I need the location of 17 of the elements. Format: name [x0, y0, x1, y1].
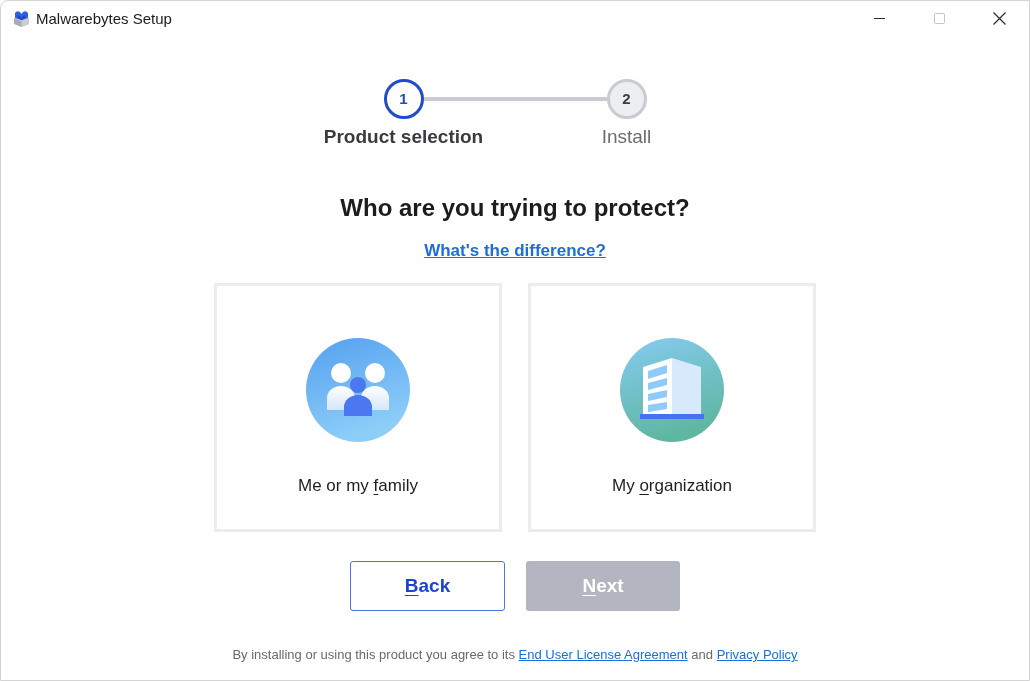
back-button[interactable]: Back — [350, 561, 505, 611]
difference-link[interactable]: What's the difference? — [424, 240, 606, 262]
option-card[interactable]: My organization — [528, 283, 816, 532]
footer-link[interactable]: End User License Agreement — [518, 647, 688, 662]
step-label: Install — [600, 125, 653, 149]
minimize-icon — [873, 18, 885, 19]
window-title: Malwarebytes Setup — [36, 9, 172, 28]
step-label: Product selection — [322, 125, 485, 149]
building-icon — [620, 338, 724, 442]
maximize-icon — [933, 13, 945, 24]
page-heading: Who are you trying to protect? — [340, 193, 690, 223]
option-card[interactable]: Me or my family — [214, 283, 502, 532]
close-icon — [992, 12, 1006, 25]
license-notice: By installing or using this product you agree to its End User License Agreement and Privacy Policy — [232, 646, 798, 664]
family-icon — [306, 338, 410, 442]
app-icon — [13, 10, 30, 27]
footer-link[interactable]: Privacy Policy — [716, 647, 798, 662]
